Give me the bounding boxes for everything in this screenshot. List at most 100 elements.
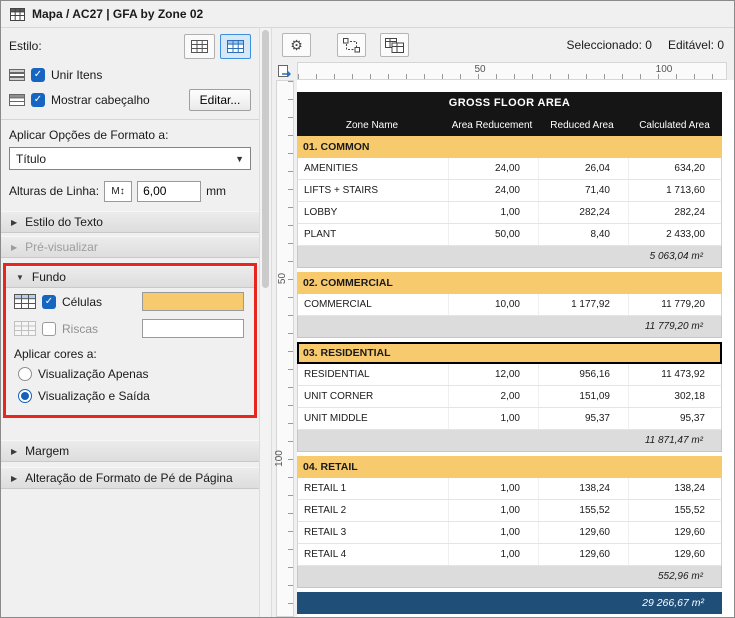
row-height-input[interactable] bbox=[137, 181, 201, 202]
table-row[interactable]: LOBBY1,00282,24282,24 bbox=[297, 202, 722, 224]
table-cell[interactable]: 1,00 bbox=[448, 202, 538, 223]
table-cell[interactable]: 10,00 bbox=[448, 294, 538, 315]
table-cell[interactable]: 50,00 bbox=[448, 224, 538, 245]
table-cell[interactable]: RETAIL 3 bbox=[298, 522, 448, 543]
table-cell[interactable]: UNIT CORNER bbox=[298, 386, 448, 407]
column-header[interactable]: Area Reducement bbox=[447, 114, 537, 136]
schedule-canvas[interactable]: GROSS FLOOR AREAZone NameArea Reducement… bbox=[297, 80, 734, 617]
subtotal-row[interactable]: 11 871,47 m² bbox=[297, 430, 722, 452]
edit-header-button[interactable]: Editar... bbox=[189, 89, 251, 111]
table-cell[interactable]: 282,24 bbox=[628, 202, 723, 223]
group-header-row[interactable]: 04. RETAIL bbox=[297, 456, 722, 478]
table-cell[interactable]: 129,60 bbox=[538, 522, 628, 543]
table-cell[interactable]: 11 473,92 bbox=[628, 364, 723, 385]
table-cell[interactable]: AMENITIES bbox=[298, 158, 448, 179]
subtotal-row[interactable]: 5 063,04 m² bbox=[297, 246, 722, 268]
section-margin[interactable]: ▶ Margem bbox=[1, 440, 259, 462]
table-row[interactable]: UNIT CORNER2,00151,09302,18 bbox=[297, 386, 722, 408]
table-cell[interactable]: 1 713,60 bbox=[628, 180, 723, 201]
scheme-settings-button[interactable]: ⚙ bbox=[282, 33, 311, 57]
table-cell[interactable]: 26,04 bbox=[538, 158, 628, 179]
cells-color-swatch[interactable] bbox=[142, 292, 244, 311]
cells-checkbox[interactable]: ✓ bbox=[42, 295, 56, 309]
subtotal-row[interactable]: 11 779,20 m² bbox=[297, 316, 722, 338]
view-and-output-radio[interactable] bbox=[18, 389, 32, 403]
style-table-button[interactable] bbox=[220, 34, 251, 59]
table-cell[interactable]: LIFTS + STAIRS bbox=[298, 180, 448, 201]
table-cell[interactable]: RESIDENTIAL bbox=[298, 364, 448, 385]
show-header-checkbox[interactable]: ✓ bbox=[31, 93, 45, 107]
table-row[interactable]: RETAIL 41,00129,60129,60 bbox=[297, 544, 722, 566]
format-target-dropdown[interactable]: Título ▼ bbox=[9, 147, 251, 170]
ruler-options-button[interactable] bbox=[272, 62, 297, 80]
table-cell[interactable]: 24,00 bbox=[448, 180, 538, 201]
table-cell[interactable]: 8,40 bbox=[538, 224, 628, 245]
group-header-row[interactable]: 03. RESIDENTIAL bbox=[297, 342, 722, 364]
table-cell[interactable]: RETAIL 4 bbox=[298, 544, 448, 565]
table-cell[interactable]: 95,37 bbox=[628, 408, 723, 429]
stripes-color-swatch[interactable] bbox=[142, 319, 244, 338]
table-cell[interactable]: 282,24 bbox=[538, 202, 628, 223]
table-cell[interactable]: UNIT MIDDLE bbox=[298, 408, 448, 429]
vertical-ruler[interactable]: 50 100 bbox=[276, 80, 294, 617]
table-cell[interactable]: 129,60 bbox=[538, 544, 628, 565]
table-cell[interactable]: 155,52 bbox=[628, 500, 723, 521]
column-header[interactable]: Reduced Area bbox=[537, 114, 627, 136]
table-row[interactable]: RESIDENTIAL12,00956,1611 473,92 bbox=[297, 364, 722, 386]
table-cell[interactable]: 956,16 bbox=[538, 364, 628, 385]
group-header-row[interactable]: 02. COMMERCIAL bbox=[297, 272, 722, 294]
table-cell[interactable]: 302,18 bbox=[628, 386, 723, 407]
table-cell[interactable]: RETAIL 2 bbox=[298, 500, 448, 521]
table-cell[interactable]: 1,00 bbox=[448, 544, 538, 565]
table-row[interactable]: PLANT50,008,402 433,00 bbox=[297, 224, 722, 246]
table-cell[interactable]: 155,52 bbox=[538, 500, 628, 521]
horizontal-ruler[interactable]: 50 100 bbox=[297, 62, 727, 80]
table-cell[interactable]: 1,00 bbox=[448, 478, 538, 499]
transfer-settings-button[interactable] bbox=[380, 33, 409, 57]
column-header[interactable]: Zone Name bbox=[297, 114, 447, 136]
table-row[interactable]: COMMERCIAL10,001 177,9211 779,20 bbox=[297, 294, 722, 316]
table-cell[interactable]: PLANT bbox=[298, 224, 448, 245]
table-cell[interactable]: 24,00 bbox=[448, 158, 538, 179]
section-background[interactable]: ▼ Fundo bbox=[6, 266, 254, 288]
view-only-radio[interactable] bbox=[18, 367, 32, 381]
stripes-checkbox[interactable] bbox=[42, 322, 56, 336]
row-height-mode-button[interactable]: M↕ bbox=[104, 181, 132, 202]
section-footer-format[interactable]: ▶ Alteração de Formato de Pé de Página bbox=[1, 467, 259, 489]
table-cell[interactable]: 129,60 bbox=[628, 522, 723, 543]
scrollbar-thumb[interactable] bbox=[262, 30, 269, 288]
section-text-style[interactable]: ▶ Estilo do Texto bbox=[1, 211, 259, 233]
select-area-button[interactable] bbox=[337, 33, 366, 57]
column-header[interactable]: Calculated Area bbox=[627, 114, 722, 136]
table-row[interactable]: RETAIL 21,00155,52155,52 bbox=[297, 500, 722, 522]
table-cell[interactable]: 1 177,92 bbox=[538, 294, 628, 315]
table-cell[interactable]: 138,24 bbox=[628, 478, 723, 499]
table-cell[interactable]: 634,20 bbox=[628, 158, 723, 179]
table-cell[interactable]: 11 779,20 bbox=[628, 294, 723, 315]
panel-scrollbar[interactable] bbox=[259, 28, 272, 617]
table-cell[interactable]: 129,60 bbox=[628, 544, 723, 565]
merge-items-checkbox[interactable]: ✓ bbox=[31, 68, 45, 82]
table-header-row[interactable]: Zone NameArea ReducementReduced AreaCalc… bbox=[297, 114, 722, 136]
table-row[interactable]: RETAIL 11,00138,24138,24 bbox=[297, 478, 722, 500]
table-cell[interactable]: COMMERCIAL bbox=[298, 294, 448, 315]
subtotal-row[interactable]: 552,96 m² bbox=[297, 566, 722, 588]
table-cell[interactable]: 151,09 bbox=[538, 386, 628, 407]
table-cell[interactable]: 1,00 bbox=[448, 500, 538, 521]
table-cell[interactable]: LOBBY bbox=[298, 202, 448, 223]
table-row[interactable]: AMENITIES24,0026,04634,20 bbox=[297, 158, 722, 180]
table-cell[interactable]: 95,37 bbox=[538, 408, 628, 429]
table-cell[interactable]: 1,00 bbox=[448, 408, 538, 429]
table-row[interactable]: LIFTS + STAIRS24,0071,401 713,60 bbox=[297, 180, 722, 202]
table-cell[interactable]: 2,00 bbox=[448, 386, 538, 407]
style-grid-button[interactable] bbox=[184, 34, 215, 59]
table-cell[interactable]: 71,40 bbox=[538, 180, 628, 201]
table-cell[interactable]: 138,24 bbox=[538, 478, 628, 499]
table-cell[interactable]: RETAIL 1 bbox=[298, 478, 448, 499]
table-cell[interactable]: 12,00 bbox=[448, 364, 538, 385]
group-header-row[interactable]: 01. COMMON bbox=[297, 136, 722, 158]
table-cell[interactable]: 2 433,00 bbox=[628, 224, 723, 245]
table-title[interactable]: GROSS FLOOR AREA bbox=[297, 92, 722, 114]
table-row[interactable]: UNIT MIDDLE1,0095,3795,37 bbox=[297, 408, 722, 430]
table-cell[interactable]: 1,00 bbox=[448, 522, 538, 543]
